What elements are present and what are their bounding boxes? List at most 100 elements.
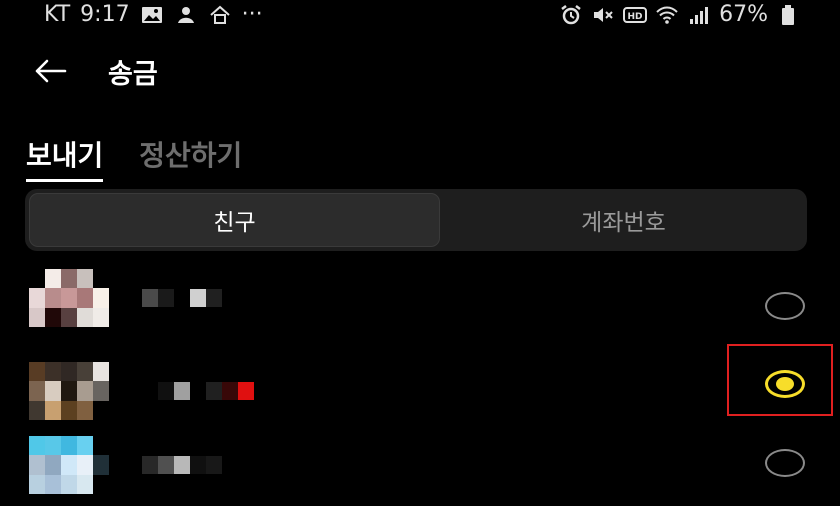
- status-bar: KT 9:17 ··· HD 67%: [0, 0, 840, 34]
- avatar-pixel: [93, 269, 109, 289]
- avatar-pixel: [93, 436, 109, 456]
- selection-highlight-box: [727, 344, 833, 416]
- tab-bar: 보내기 정산하기: [26, 134, 242, 182]
- alarm-icon: [559, 3, 583, 27]
- name-pixel: [190, 382, 206, 400]
- segment-account-number[interactable]: 계좌번호: [444, 193, 803, 247]
- avatar-pixel: [61, 307, 77, 327]
- name-pixel: [158, 456, 174, 474]
- avatar-pixel: [77, 269, 93, 289]
- name-pixel: [142, 456, 158, 474]
- avatar-pixel: [61, 288, 77, 308]
- avatar-pixel: [93, 288, 109, 308]
- name-pixel: [142, 382, 158, 400]
- recipient-type-segment: 친구 계좌번호: [25, 189, 807, 251]
- name-pixel: [174, 289, 190, 307]
- friend-name-blurred: [142, 289, 222, 307]
- avatar-pixel: [93, 307, 109, 327]
- app-notification-icon: [174, 3, 198, 27]
- battery-icon: [776, 3, 800, 27]
- name-pixel: [190, 456, 206, 474]
- avatar-pixel: [93, 362, 109, 382]
- avatar-pixel: [61, 269, 77, 289]
- name-pixel: [206, 289, 222, 307]
- avatar-pixel: [29, 288, 45, 308]
- avatar-pixel: [93, 474, 109, 494]
- avatar-pixel: [45, 307, 61, 327]
- avatar-pixel: [29, 474, 45, 494]
- home-icon: [208, 3, 232, 27]
- signal-icon: [687, 3, 711, 27]
- segment-friends[interactable]: 친구: [29, 193, 440, 247]
- app-header: 송금: [0, 48, 840, 94]
- back-arrow-icon: [35, 59, 67, 83]
- friend-list-item[interactable]: [0, 436, 840, 500]
- avatar-pixel: [77, 362, 93, 382]
- wifi-icon: [655, 3, 679, 27]
- avatar-pixel: [93, 381, 109, 401]
- clock: 9:17: [80, 2, 130, 27]
- friend-name-blurred: [142, 382, 254, 400]
- avatar-pixel: [29, 362, 45, 382]
- page-title: 송금: [108, 59, 158, 90]
- avatar-pixel: [93, 455, 109, 475]
- name-pixel: [206, 456, 222, 474]
- avatar-pixel: [61, 381, 77, 401]
- friend-select-radio[interactable]: [765, 292, 805, 320]
- avatar-pixel: [77, 400, 93, 420]
- friend-list-item[interactable]: [0, 269, 840, 333]
- hd-voice-icon: HD: [623, 3, 648, 27]
- name-pixel: [190, 289, 206, 307]
- avatar-pixel: [45, 269, 61, 289]
- avatar-pixel: [29, 381, 45, 401]
- more-notifications-icon: ···: [241, 2, 263, 27]
- avatar-pixel: [29, 436, 45, 456]
- name-pixel: [158, 289, 174, 307]
- friend-select-radio[interactable]: [765, 449, 805, 477]
- name-pixel: [206, 382, 222, 400]
- avatar-pixel: [29, 269, 45, 289]
- avatar-pixel: [29, 400, 45, 420]
- avatar-pixel: [61, 400, 77, 420]
- status-bar-left: KT 9:17 ···: [44, 2, 263, 27]
- name-pixel: [238, 382, 254, 400]
- avatar-pixel: [45, 381, 61, 401]
- avatar-pixel: [77, 381, 93, 401]
- avatar-pixel: [45, 436, 61, 456]
- name-pixel: [158, 382, 174, 400]
- avatar-pixel: [29, 307, 45, 327]
- avatar-pixel: [45, 455, 61, 475]
- name-pixel: [174, 456, 190, 474]
- svg-text:HD: HD: [628, 12, 643, 22]
- status-bar-right: HD 67%: [559, 2, 800, 27]
- battery-percent: 67%: [719, 2, 768, 27]
- friend-avatar: [29, 269, 109, 327]
- carrier-label: KT: [44, 2, 71, 27]
- gallery-icon: [140, 3, 164, 27]
- avatar-pixel: [61, 455, 77, 475]
- avatar-pixel: [45, 400, 61, 420]
- avatar-pixel: [61, 362, 77, 382]
- avatar-pixel: [45, 362, 61, 382]
- avatar-pixel: [61, 474, 77, 494]
- tab-send[interactable]: 보내기: [26, 134, 104, 182]
- friend-name-blurred: [142, 456, 222, 474]
- name-pixel: [174, 382, 190, 400]
- avatar-pixel: [61, 436, 77, 456]
- avatar-pixel: [77, 436, 93, 456]
- friend-avatar: [29, 436, 109, 494]
- avatar-pixel: [45, 288, 61, 308]
- avatar-pixel: [45, 474, 61, 494]
- name-pixel: [222, 382, 238, 400]
- friend-avatar: [29, 362, 109, 420]
- friend-list-item[interactable]: [0, 362, 840, 426]
- avatar-pixel: [77, 455, 93, 475]
- avatar-pixel: [93, 400, 109, 420]
- name-pixel: [142, 289, 158, 307]
- tab-split-bill[interactable]: 정산하기: [139, 134, 242, 178]
- avatar-pixel: [77, 474, 93, 494]
- back-button[interactable]: [30, 54, 70, 88]
- mute-icon: [591, 3, 615, 27]
- avatar-pixel: [77, 307, 93, 327]
- avatar-pixel: [29, 455, 45, 475]
